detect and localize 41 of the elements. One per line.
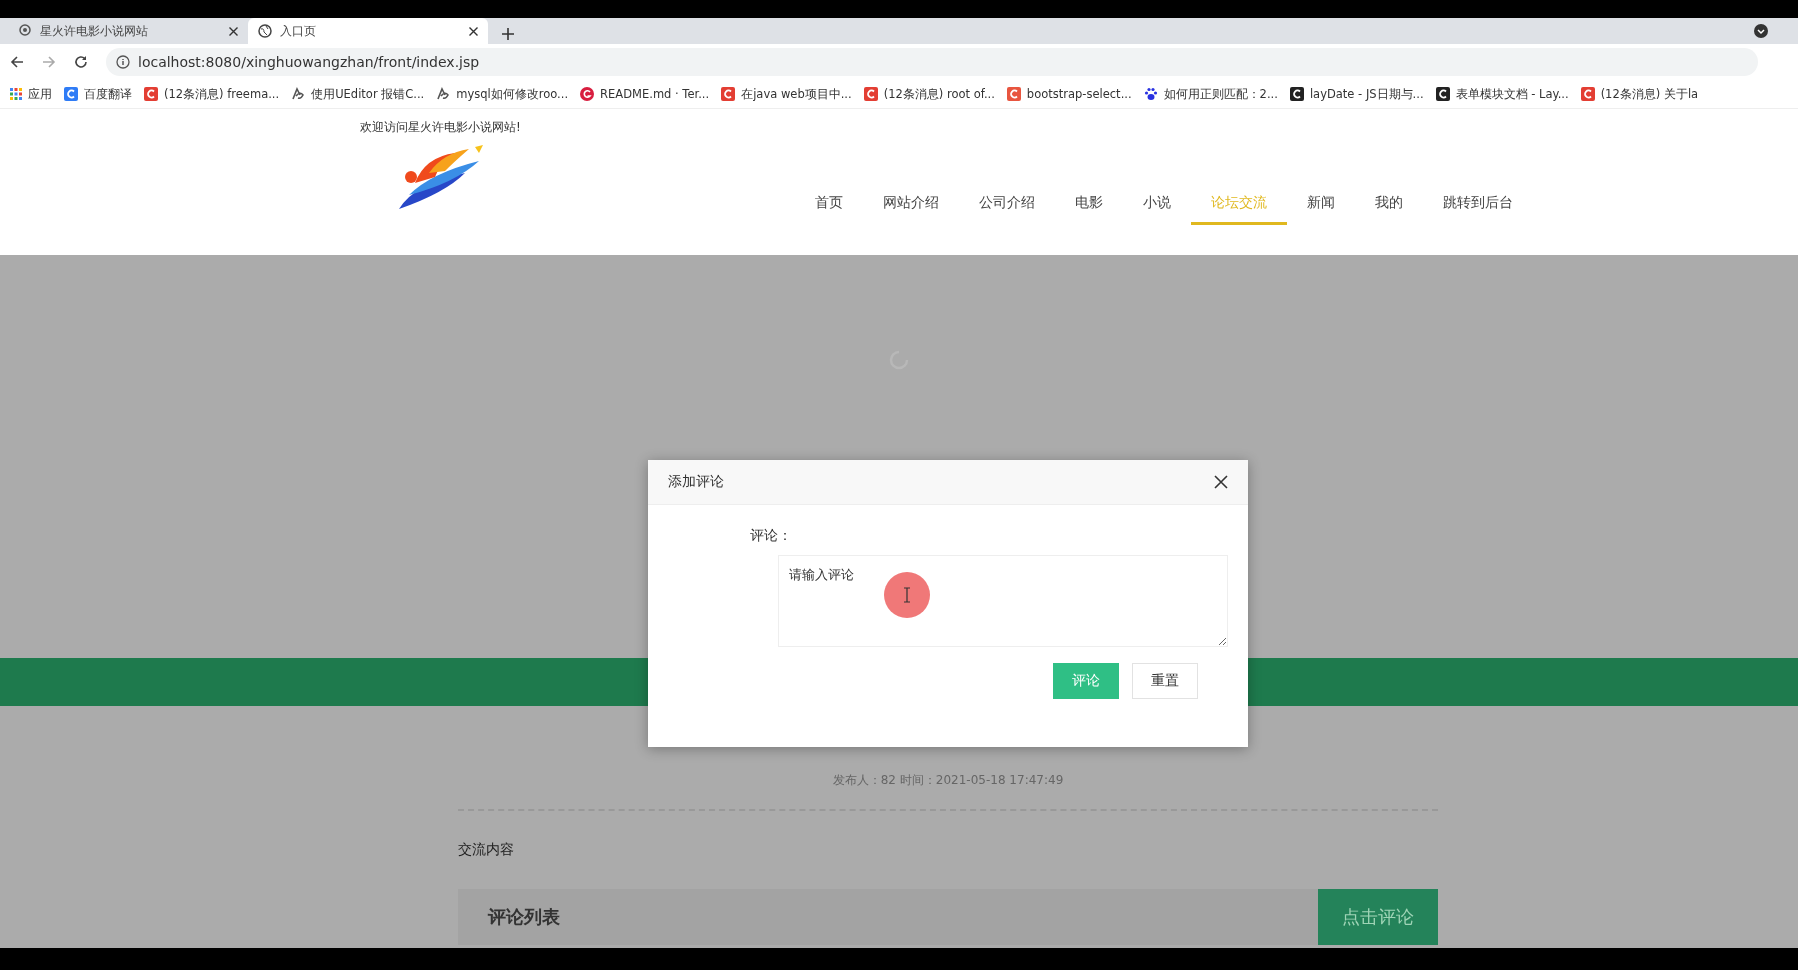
nav-link[interactable]: 我的 (1355, 183, 1423, 225)
bookmark[interactable]: 在java web项目中... (721, 86, 852, 102)
bookmark[interactable]: layDate - JS日期与... (1289, 86, 1424, 102)
nav-link[interactable]: 电影 (1055, 183, 1123, 225)
bookmark[interactable]: 表单模块文档 - Lay... (1435, 86, 1569, 102)
cursor-highlight-icon (884, 572, 930, 618)
back-icon[interactable] (10, 55, 24, 69)
bookmark[interactable]: bootstrap-select... (1006, 87, 1132, 101)
account-icon[interactable] (1754, 24, 1768, 38)
close-tab-icon[interactable] (229, 26, 238, 36)
nav-link[interactable]: 公司介绍 (959, 183, 1055, 225)
comment-input-field[interactable]: 请输入评论 (778, 555, 1228, 647)
nav-link[interactable]: 小说 (1123, 183, 1191, 225)
nav-link[interactable]: 网站介绍 (863, 183, 959, 225)
bookmark[interactable]: 使用UEditor 报错C... (291, 86, 425, 102)
info-icon (116, 55, 130, 69)
close-icon[interactable] (1214, 475, 1228, 489)
field-label: 评论： (750, 527, 793, 545)
browser-tab[interactable]: 入口页 (248, 18, 488, 44)
welcome-text: 欢迎访问星火许电影小说网站! (359, 119, 522, 135)
new-tab-icon[interactable] (502, 28, 514, 40)
post-meta-text: 发布人：82 时间：2021-05-18 17:47:49 (831, 772, 1065, 789)
bookmark[interactable]: mysql如何修改roo... (436, 86, 569, 102)
dialog-title: 添加评论 (668, 473, 724, 491)
bookmark[interactable]: 应用 (10, 86, 52, 102)
nav-link[interactable]: 跳转到后台 (1423, 183, 1533, 225)
bookmark[interactable]: (12条消息) root of... (863, 86, 995, 102)
bookmark[interactable]: README.md · Ter... (580, 87, 710, 101)
close-tab-icon[interactable] (469, 26, 478, 36)
bookmark[interactable]: (12条消息) 关于la (1580, 86, 1699, 102)
reload-icon[interactable] (74, 55, 88, 69)
address-bar[interactable]: localhost:8080/xinghuowangzhan/front/index.jsp (106, 48, 1758, 76)
section-label: 交流内容 (458, 841, 515, 859)
nav-link[interactable]: 新闻 (1287, 183, 1355, 225)
bookmark[interactable]: 百度翻译 (64, 86, 132, 102)
bookmark[interactable]: 如何用正则匹配：2... (1143, 86, 1278, 102)
comment-list-header: 评论列表 (458, 889, 1318, 945)
reset-button[interactable]: 重置 (1132, 663, 1198, 699)
bookmark[interactable]: (12条消息) freema... (144, 86, 280, 102)
globe-icon (258, 24, 272, 38)
nav-link[interactable]: 首页 (795, 183, 863, 225)
